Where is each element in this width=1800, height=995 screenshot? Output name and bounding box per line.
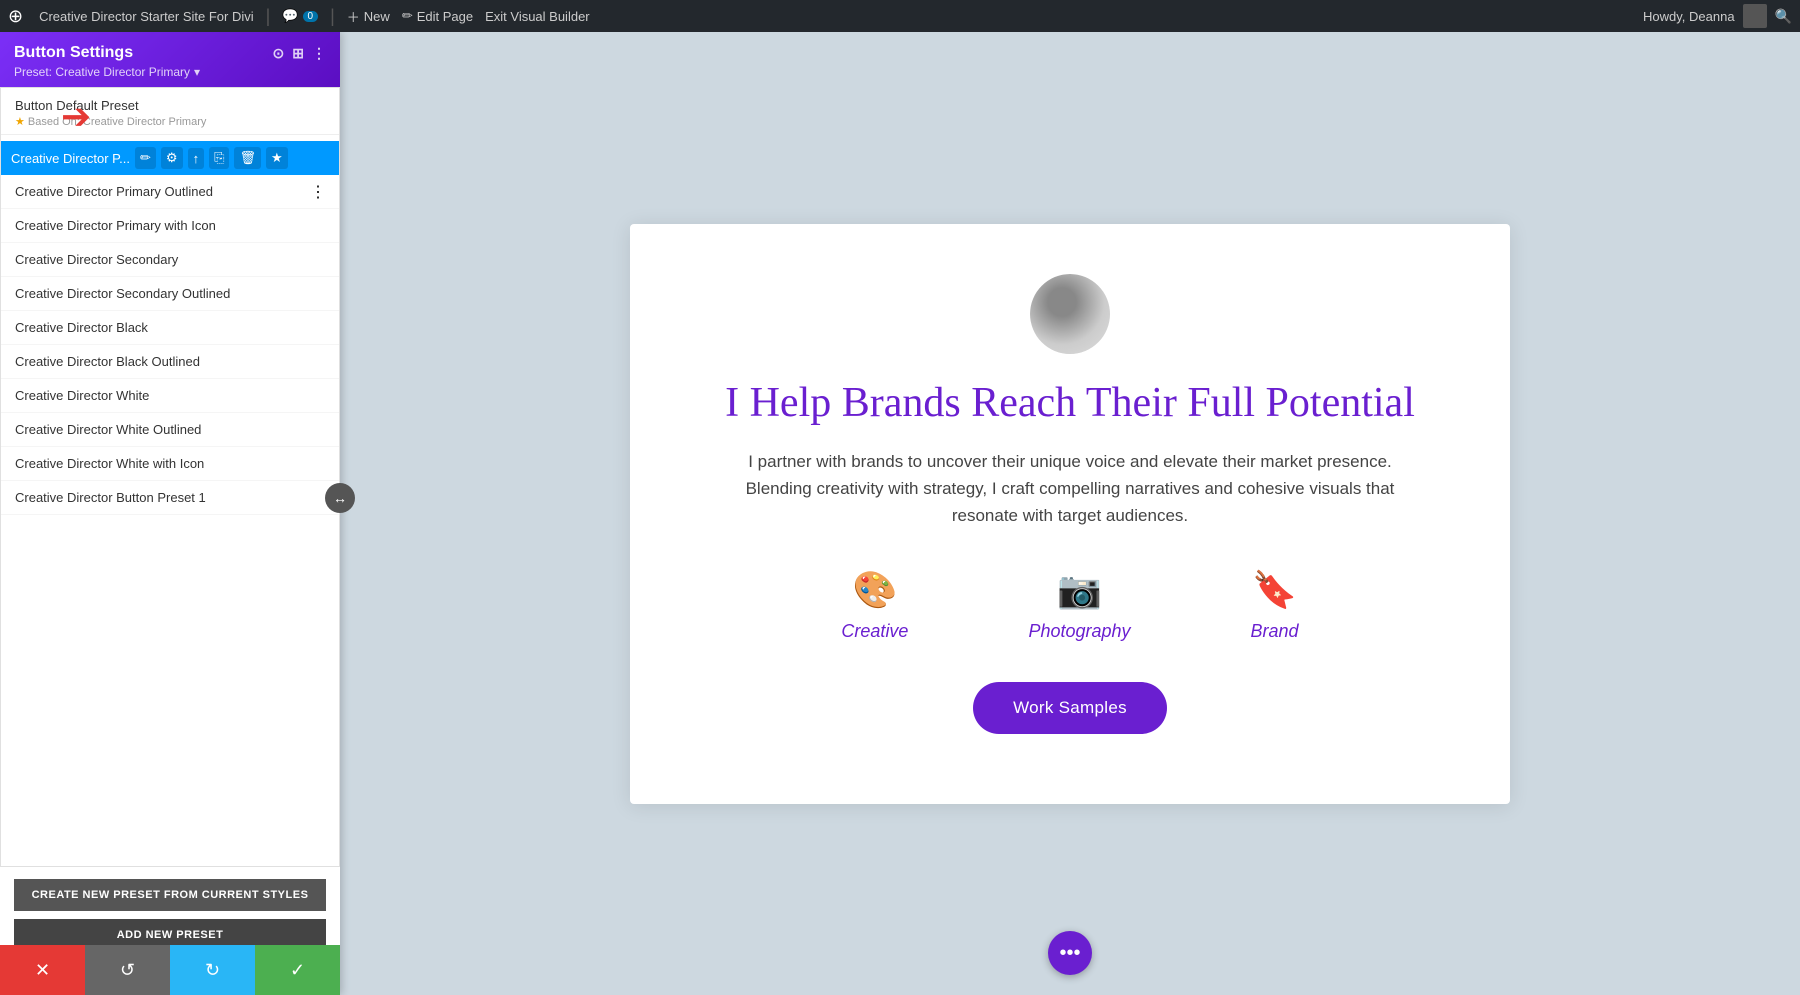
preset-item[interactable]: Creative Director Secondary [1,243,339,277]
edit-preset-icon[interactable]: ✏ [135,147,156,169]
preset-item[interactable]: Creative Director Secondary Outlined [1,277,339,311]
cta-button[interactable]: Work Samples [973,682,1167,734]
star-icon: ★ [15,115,25,128]
preset-item[interactable]: Creative Director White Outlined [1,413,339,447]
panel-header-icons: ⊙ ⊞ ⋮ [273,45,326,62]
settings-preset-icon[interactable]: ⚙ [161,147,183,169]
row-context-dots[interactable]: ⋮ [310,182,326,202]
separator2: | [330,6,335,27]
preset-item[interactable]: Creative Director Button Preset 1 [1,481,339,515]
photography-icon: 📷 [1057,569,1102,611]
panel-header: Button Settings ⊙ ⊞ ⋮ Preset: Creative D… [0,32,340,87]
top-bar: ⊕ Creative Director Starter Site For Div… [0,0,1800,32]
photography-icon-item: 📷 Photography [1028,569,1130,642]
preset-item[interactable]: Creative Director Black [1,311,339,345]
preset-list-container: Button Default Preset ★ Based On: Creati… [0,87,340,867]
page-body-text: I partner with brands to uncover their u… [720,448,1420,530]
toggle-sidebar-button[interactable]: ↔ [325,483,355,513]
user-avatar [1743,4,1767,28]
panel-title: Button Settings ⊙ ⊞ ⋮ [14,44,326,62]
photography-label: Photography [1028,621,1130,642]
wordpress-icon: ⊕ [8,6,23,27]
button-settings-panel: Button Settings ⊙ ⊞ ⋮ Preset: Creative D… [0,32,340,995]
brand-icon-item: 🔖 Brand [1251,569,1299,642]
preset-item[interactable]: Creative Director Black Outlined [1,345,339,379]
bottom-bar: ✕ ↺ ↻ ✓ [0,945,340,995]
separator: | [266,6,271,27]
upload-preset-icon[interactable]: ↑ [188,148,205,169]
cancel-button[interactable]: ✕ [0,945,85,995]
layout-icon[interactable]: ⊞ [292,45,304,62]
active-preset-row[interactable]: ➔ Creative Director P... ✏ ⚙ ↑ ⎘ 🗑 ★ [1,141,339,175]
canvas-area: I Help Brands Reach Their Full Potential… [340,32,1800,995]
search-icon[interactable]: 🔍 [1775,8,1792,25]
preset-label: Preset: Creative Director Primary ▾ [14,65,326,79]
more-options-icon[interactable]: ⋮ [312,45,326,62]
save-button[interactable]: ✓ [255,945,340,995]
default-preset-item: Button Default Preset ★ Based On: Creati… [1,88,339,135]
brand-icon: 🔖 [1252,569,1297,611]
based-on-label: ★ Based On: Creative Director Primary [15,115,325,128]
new-link[interactable]: ＋ New [347,7,390,26]
star-preset-icon[interactable]: ★ [266,147,288,169]
create-preset-button[interactable]: CREATE NEW PRESET FROM CURRENT STYLES [14,879,326,911]
active-preset-icons: ✏ ⚙ ↑ ⎘ 🗑 ★ [135,147,288,169]
profile-avatar [1030,274,1110,354]
redo-button[interactable]: ↻ [170,945,255,995]
preset-item[interactable]: Creative Director White with Icon [1,447,339,481]
creative-icon-item: 🎨 Creative [841,569,908,642]
page-content-card: I Help Brands Reach Their Full Potential… [630,224,1510,804]
site-link[interactable]: Creative Director Starter Site For Divi [39,9,254,24]
focus-icon[interactable]: ⊙ [273,45,285,62]
topbar-right: Howdy, Deanna 🔍 [1643,4,1792,28]
delete-preset-icon[interactable]: 🗑 [234,147,261,169]
comment-link[interactable]: 💬 0 [282,8,318,24]
brand-label: Brand [1251,621,1299,642]
page-heading: I Help Brands Reach Their Full Potential [725,378,1415,428]
preset-item[interactable]: Creative Director White [1,379,339,413]
undo-button[interactable]: ↺ [85,945,170,995]
duplicate-preset-icon[interactable]: ⎘ [209,147,229,169]
service-icons-row: 🎨 Creative 📷 Photography 🔖 Brand [841,569,1298,642]
creative-icon: 🎨 [853,569,898,611]
preset-item[interactable]: Creative Director Primary Outlined [1,175,339,209]
preset-item[interactable]: Creative Director Primary with Icon [1,209,339,243]
edit-page-link[interactable]: ✏ Edit Page [402,8,473,24]
creative-label: Creative [841,621,908,642]
exit-builder-link[interactable]: Exit Visual Builder [485,9,590,24]
avatar-image [1030,274,1110,354]
floating-action-button[interactable]: ••• [1048,931,1092,975]
